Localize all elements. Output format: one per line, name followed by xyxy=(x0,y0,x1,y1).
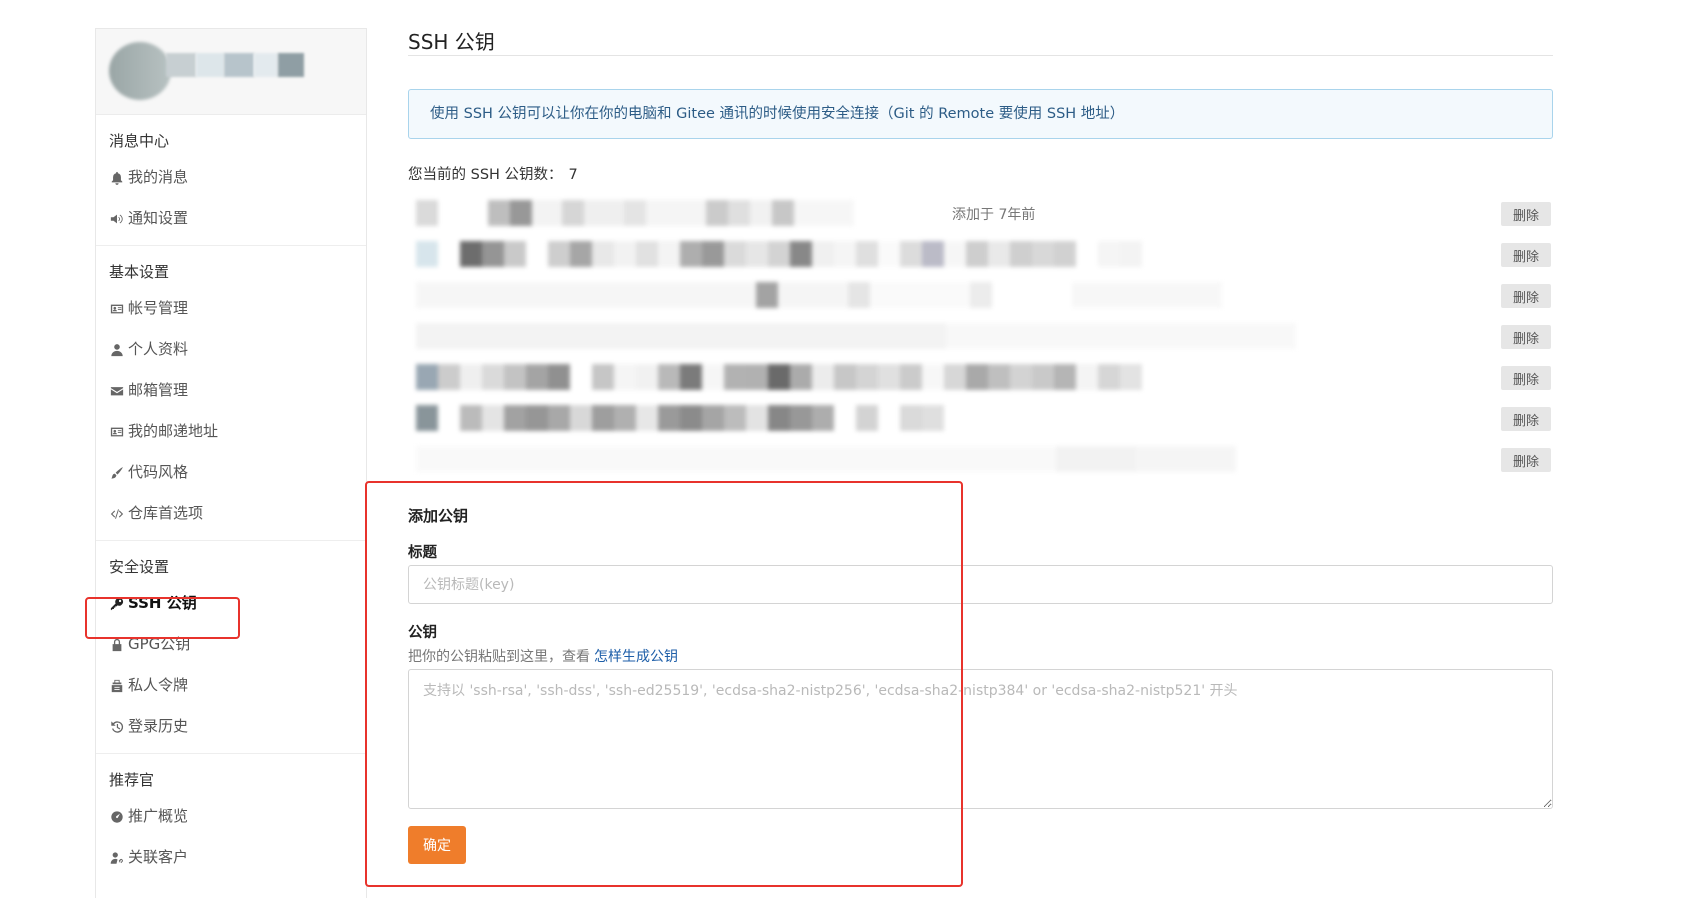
token-icon xyxy=(109,678,125,694)
sidebar-item-notification-settings[interactable]: 通知设置 xyxy=(96,198,366,239)
public-key-help: 把你的公钥粘贴到这里，查看 怎样生成公钥 xyxy=(408,646,678,666)
key-fingerprint-redacted xyxy=(416,323,1296,349)
sidebar-item-label: 邮箱管理 xyxy=(128,381,189,399)
sidebar-item-label: 登录历史 xyxy=(128,717,189,735)
sidebar-item-label: 推广概览 xyxy=(128,807,189,825)
speaker-icon xyxy=(109,211,125,227)
public-key-label: 公钥 xyxy=(408,625,437,641)
bell-icon xyxy=(109,170,125,186)
key-count: 您当前的 SSH 公钥数： 7 xyxy=(408,163,578,184)
key-title-input[interactable] xyxy=(408,565,1553,604)
sidebar-item-label: SSH 公钥 xyxy=(128,594,197,612)
code-icon xyxy=(109,506,125,522)
public-key-textarea[interactable] xyxy=(408,669,1553,809)
sidebar-item-login-history[interactable]: 登录历史 xyxy=(96,706,366,747)
sidebar-item-label: 我的邮递地址 xyxy=(128,422,219,440)
key-fingerprint-redacted xyxy=(416,241,1296,267)
title-label: 标题 xyxy=(408,545,437,561)
history-icon xyxy=(109,719,125,735)
ssh-key-row: 删除 xyxy=(408,364,1553,392)
key-fingerprint-redacted xyxy=(416,200,936,226)
sidebar-item-ssh-keys[interactable]: SSH 公钥 xyxy=(96,583,366,624)
ssh-key-row: 添加于 7年前 删除 xyxy=(408,200,1553,228)
section-referral: 推荐官 推广概览 关联客户 xyxy=(96,754,366,884)
id-card-icon xyxy=(109,301,125,317)
key-fingerprint-redacted xyxy=(416,282,1316,308)
avatar[interactable] xyxy=(109,42,171,100)
add-key-heading: 添加公钥 xyxy=(408,507,469,525)
sidebar-item-label: 帐号管理 xyxy=(128,299,189,317)
lock-icon xyxy=(109,637,125,653)
sidebar-item-label: 我的消息 xyxy=(128,168,189,186)
sidebar-item-label: GPG公钥 xyxy=(128,635,191,653)
ssh-key-row: 删除 xyxy=(408,323,1553,351)
sidebar-item-label: 代码风格 xyxy=(128,463,189,481)
envelope-icon xyxy=(109,383,125,399)
username-blurred-5 xyxy=(278,53,304,77)
ssh-key-row: 删除 xyxy=(408,405,1553,433)
key-fingerprint-redacted xyxy=(416,364,1296,390)
username-blurred-4 xyxy=(254,53,278,77)
help-text: 把你的公钥粘贴到这里，查看 xyxy=(408,649,590,665)
delete-key-button[interactable]: 删除 xyxy=(1501,325,1551,349)
section-message-center: 消息中心 我的消息 通知设置 xyxy=(96,115,366,246)
user-icon xyxy=(109,342,125,358)
dashboard-icon xyxy=(109,809,125,825)
delete-key-button[interactable]: 删除 xyxy=(1501,284,1551,308)
key-count-value: 7 xyxy=(568,167,578,183)
how-to-generate-key-link[interactable]: 怎样生成公钥 xyxy=(594,649,678,665)
key-added-time: 添加于 7年前 xyxy=(952,207,1036,223)
delete-key-button[interactable]: 删除 xyxy=(1501,243,1551,267)
ssh-key-row: 删除 xyxy=(408,282,1553,310)
username-blurred-2 xyxy=(196,53,224,77)
key-count-label: 您当前的 SSH 公钥数： xyxy=(408,167,563,183)
brush-icon xyxy=(109,465,125,481)
sidebar-item-gpg-keys[interactable]: GPG公钥 xyxy=(96,624,366,665)
info-notice: 使用 SSH 公钥可以让你在你的电脑和 Gitee 通讯的时候使用安全连接（Gi… xyxy=(408,89,1553,139)
sidebar-item-mailing-address[interactable]: 我的邮递地址 xyxy=(96,411,366,452)
username-blurred xyxy=(166,53,196,77)
delete-key-button[interactable]: 删除 xyxy=(1501,448,1551,472)
sidebar-item-account[interactable]: 帐号管理 xyxy=(96,288,366,329)
sidebar-item-label: 私人令牌 xyxy=(128,676,189,694)
section-title: 基本设置 xyxy=(109,263,170,281)
section-basic-settings: 基本设置 帐号管理 个人资料 邮箱管理 我的邮递地址 代码风格 仓库首选项 xyxy=(96,246,366,541)
sidebar-item-email[interactable]: 邮箱管理 xyxy=(96,370,366,411)
delete-key-button[interactable]: 删除 xyxy=(1501,202,1551,226)
title-divider xyxy=(408,55,1553,56)
sidebar-item-linked-customers[interactable]: 关联客户 xyxy=(96,837,366,878)
sidebar: 消息中心 我的消息 通知设置 基本设置 帐号管理 个人资料 邮箱管理 我的邮递地… xyxy=(95,28,367,898)
sidebar-item-code-style[interactable]: 代码风格 xyxy=(96,452,366,493)
key-fingerprint-redacted xyxy=(416,405,1036,431)
confirm-button[interactable]: 确定 xyxy=(408,826,466,864)
sidebar-item-label: 通知设置 xyxy=(128,209,189,227)
username-blurred-3 xyxy=(224,53,254,77)
sidebar-item-repo-preferences[interactable]: 仓库首选项 xyxy=(96,493,366,534)
delete-key-button[interactable]: 删除 xyxy=(1501,366,1551,390)
key-icon xyxy=(109,596,125,612)
section-security-settings: 安全设置 SSH 公钥 GPG公钥 私人令牌 登录历史 xyxy=(96,541,366,754)
page-title: SSH 公钥 xyxy=(408,30,495,54)
key-fingerprint-redacted xyxy=(416,446,1236,472)
sidebar-item-label: 关联客户 xyxy=(128,848,189,866)
ssh-key-row: 删除 xyxy=(408,241,1553,269)
address-card-icon xyxy=(109,424,125,440)
section-title: 安全设置 xyxy=(109,558,170,576)
ssh-key-row: 删除 xyxy=(408,446,1553,474)
sidebar-item-my-messages[interactable]: 我的消息 xyxy=(96,157,366,198)
sidebar-item-label: 仓库首选项 xyxy=(128,504,204,522)
sidebar-item-promotion-overview[interactable]: 推广概览 xyxy=(96,796,366,837)
user-link-icon xyxy=(109,850,125,866)
section-title: 推荐官 xyxy=(109,771,155,789)
delete-key-button[interactable]: 删除 xyxy=(1501,407,1551,431)
sidebar-item-private-tokens[interactable]: 私人令牌 xyxy=(96,665,366,706)
user-profile[interactable] xyxy=(96,29,366,115)
section-title: 消息中心 xyxy=(109,132,170,150)
sidebar-item-profile[interactable]: 个人资料 xyxy=(96,329,366,370)
sidebar-item-label: 个人资料 xyxy=(128,340,189,358)
